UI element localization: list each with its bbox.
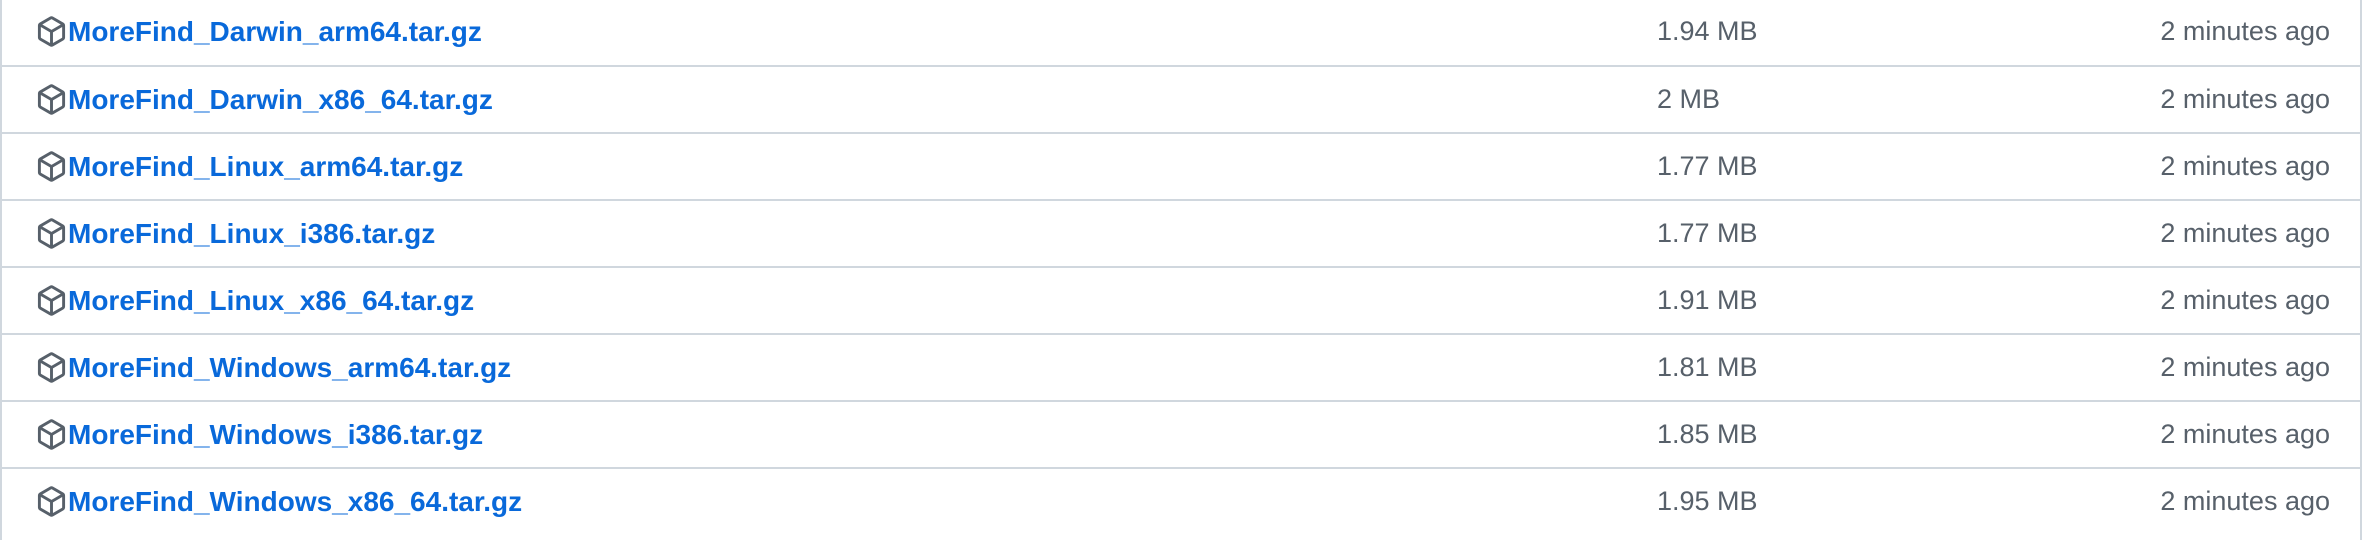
asset-download-link[interactable]: MoreFind_Linux_i386.tar.gz	[36, 218, 435, 249]
asset-name: MoreFind_Windows_i386.tar.gz	[68, 418, 484, 450]
asset-size: 1.91 MB	[1657, 285, 1758, 315]
asset-download-link[interactable]: MoreFind_Windows_arm64.tar.gz	[36, 352, 511, 383]
asset-row: MoreFind_Windows_i386.tar.gz 1.85 MB 2 m…	[2, 400, 2360, 467]
package-icon	[36, 419, 67, 450]
asset-row: MoreFind_Windows_arm64.tar.gz 1.81 MB 2 …	[2, 333, 2360, 400]
asset-size: 1.85 MB	[1657, 419, 1758, 449]
package-icon	[36, 352, 67, 383]
asset-timestamp: 2 minutes ago	[2160, 16, 2330, 46]
asset-row: MoreFind_Darwin_arm64.tar.gz 1.94 MB 2 m…	[2, 0, 2360, 65]
asset-name: MoreFind_Windows_arm64.tar.gz	[68, 351, 512, 383]
release-assets-list: MoreFind_Darwin_arm64.tar.gz 1.94 MB 2 m…	[0, 0, 2362, 540]
asset-timestamp: 2 minutes ago	[2160, 352, 2330, 382]
asset-download-link[interactable]: MoreFind_Darwin_arm64.tar.gz	[36, 16, 482, 47]
asset-row: MoreFind_Darwin_x86_64.tar.gz 2 MB 2 min…	[2, 65, 2360, 132]
asset-download-link[interactable]: MoreFind_Linux_x86_64.tar.gz	[36, 285, 474, 316]
asset-name: MoreFind_Windows_x86_64.tar.gz	[68, 485, 523, 517]
asset-timestamp: 2 minutes ago	[2160, 419, 2330, 449]
asset-download-link[interactable]: MoreFind_Windows_x86_64.tar.gz	[36, 486, 522, 517]
package-icon	[36, 486, 67, 517]
package-icon	[36, 285, 67, 316]
asset-size: 2 MB	[1657, 84, 1721, 114]
asset-timestamp: 2 minutes ago	[2160, 218, 2330, 248]
asset-timestamp: 2 minutes ago	[2160, 486, 2330, 516]
asset-name: MoreFind_Darwin_arm64.tar.gz	[68, 15, 482, 47]
asset-name: MoreFind_Linux_x86_64.tar.gz	[68, 284, 475, 316]
asset-size: 1.81 MB	[1657, 352, 1758, 382]
package-icon	[36, 151, 67, 182]
asset-name: MoreFind_Linux_i386.tar.gz	[68, 217, 436, 249]
asset-size: 1.77 MB	[1657, 151, 1758, 181]
asset-row: MoreFind_Linux_arm64.tar.gz 1.77 MB 2 mi…	[2, 132, 2360, 199]
package-icon	[36, 84, 67, 115]
asset-timestamp: 2 minutes ago	[2160, 285, 2330, 315]
asset-row: MoreFind_Linux_i386.tar.gz 1.77 MB 2 min…	[2, 199, 2360, 266]
asset-row: MoreFind_Windows_x86_64.tar.gz 1.95 MB 2…	[2, 467, 2360, 534]
asset-download-link[interactable]: MoreFind_Darwin_x86_64.tar.gz	[36, 84, 493, 115]
asset-download-link[interactable]: MoreFind_Windows_i386.tar.gz	[36, 419, 483, 450]
asset-size: 1.94 MB	[1657, 16, 1758, 46]
asset-timestamp: 2 minutes ago	[2160, 151, 2330, 181]
asset-name: MoreFind_Linux_arm64.tar.gz	[68, 150, 464, 182]
asset-size: 1.77 MB	[1657, 218, 1758, 248]
asset-timestamp: 2 minutes ago	[2160, 84, 2330, 114]
package-icon	[36, 16, 67, 47]
asset-name: MoreFind_Darwin_x86_64.tar.gz	[68, 83, 493, 115]
package-icon	[36, 218, 67, 249]
asset-download-link[interactable]: MoreFind_Linux_arm64.tar.gz	[36, 151, 463, 182]
asset-size: 1.95 MB	[1657, 486, 1758, 516]
asset-row: MoreFind_Linux_x86_64.tar.gz 1.91 MB 2 m…	[2, 266, 2360, 333]
